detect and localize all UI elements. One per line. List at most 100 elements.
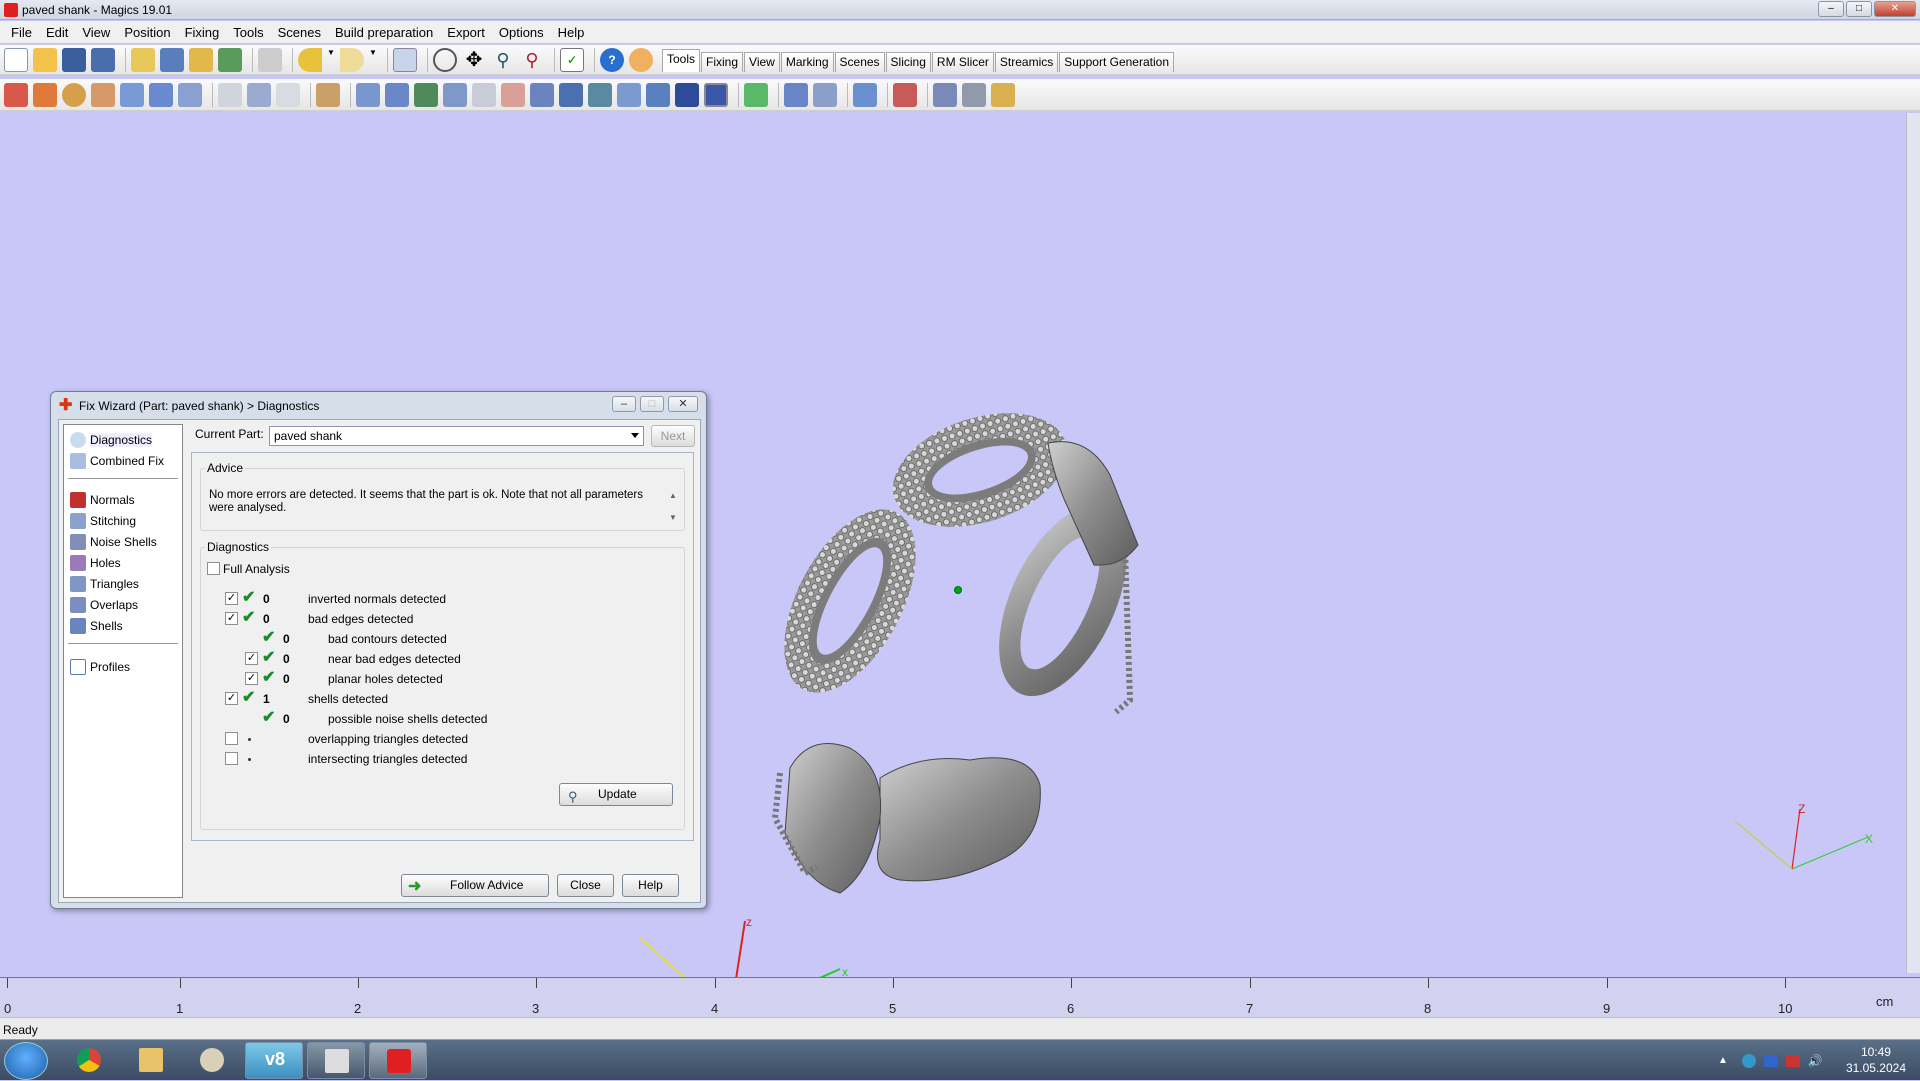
import-part-icon[interactable] xyxy=(131,47,155,72)
texture-icon[interactable] xyxy=(962,82,986,107)
help-icon[interactable]: ? xyxy=(600,47,624,72)
tab-tools[interactable]: Tools xyxy=(662,48,701,72)
help-button[interactable]: Help xyxy=(622,874,679,897)
bridge-icon[interactable] xyxy=(646,82,670,107)
shell-icon[interactable] xyxy=(501,82,525,107)
triangle-reduction-icon[interactable] xyxy=(472,82,496,107)
nav-overlaps[interactable]: Overlaps xyxy=(70,596,138,614)
zoom-window-icon[interactable]: ⚲ xyxy=(520,48,544,72)
wrap-icon[interactable] xyxy=(414,82,438,107)
menu-edit[interactable]: Edit xyxy=(39,25,75,40)
overlapping-triangles-checkbox[interactable] xyxy=(225,732,238,745)
ring-part-3d-model[interactable] xyxy=(757,393,1153,894)
viewport-side-panel-toggle[interactable] xyxy=(1906,113,1920,973)
translate-icon[interactable] xyxy=(4,82,28,107)
follow-advice-button[interactable]: ➜ Follow Advice xyxy=(401,874,549,897)
unload-part-icon[interactable] xyxy=(218,47,242,72)
clock[interactable]: 10:49 31.05.2024 xyxy=(1846,1044,1906,1076)
tab-marking[interactable]: Marking xyxy=(780,51,834,72)
tab-support-generation[interactable]: Support Generation xyxy=(1059,51,1175,72)
translate-to-default-icon[interactable] xyxy=(33,82,57,107)
boolean-icon[interactable] xyxy=(218,82,242,107)
menu-options[interactable]: Options xyxy=(492,25,551,40)
rotate-view-icon[interactable] xyxy=(433,47,457,72)
next-button[interactable]: Next xyxy=(651,425,695,447)
advice-scrollbar[interactable]: ▲ ▼ xyxy=(666,485,680,529)
nav-noise-shells[interactable]: Noise Shells xyxy=(70,533,157,551)
taskbar-v8[interactable]: v8 xyxy=(245,1042,303,1079)
measure-angle-icon[interactable] xyxy=(813,82,837,107)
cut-punch-icon[interactable] xyxy=(316,82,340,107)
shells-checkbox[interactable]: ✓ xyxy=(225,692,238,705)
undo-dropdown-icon[interactable]: ▼ xyxy=(327,48,335,72)
rescale-icon[interactable] xyxy=(120,82,144,107)
measure-icon[interactable] xyxy=(784,82,808,107)
box-icon[interactable] xyxy=(530,82,554,107)
menu-fixing[interactable]: Fixing xyxy=(178,25,227,40)
dialog-maximize-button[interactable]: □ xyxy=(640,396,664,412)
duplicate-icon[interactable] xyxy=(178,82,202,107)
label-icon[interactable] xyxy=(385,82,409,107)
taskbar-chrome[interactable] xyxy=(60,1042,118,1079)
dialog-minimize-button[interactable]: – xyxy=(612,396,636,412)
surface-icon[interactable] xyxy=(617,82,641,107)
section-icon[interactable] xyxy=(853,82,877,107)
offset-icon[interactable] xyxy=(276,82,300,107)
base-plate-icon[interactable] xyxy=(704,82,728,107)
planar-holes-checkbox[interactable]: ✓ xyxy=(245,672,258,685)
nav-diagnostics[interactable]: Diagnostics xyxy=(70,431,153,449)
near-bad-edges-checkbox[interactable]: ✓ xyxy=(245,652,258,665)
redo-icon[interactable] xyxy=(340,47,364,72)
nav-stitching[interactable]: Stitching xyxy=(70,512,136,530)
nav-profiles[interactable]: Profiles xyxy=(70,658,130,676)
close-button[interactable]: Close xyxy=(557,874,614,897)
print-icon[interactable] xyxy=(258,47,282,72)
minimize-button[interactable]: – xyxy=(1818,1,1844,17)
scripting-icon[interactable] xyxy=(991,82,1015,107)
menu-help[interactable]: Help xyxy=(551,25,592,40)
menu-tools[interactable]: Tools xyxy=(226,25,270,40)
cylinder-icon[interactable] xyxy=(559,82,583,107)
taskbar-paint[interactable] xyxy=(183,1042,241,1079)
taskbar-app[interactable] xyxy=(307,1042,365,1079)
dialog-close-button[interactable]: ✕ xyxy=(668,396,698,412)
tab-rm-slicer[interactable]: RM Slicer xyxy=(931,51,994,72)
select-icon[interactable] xyxy=(393,47,417,72)
taskbar-explorer[interactable] xyxy=(122,1042,180,1079)
perforator-icon[interactable] xyxy=(675,82,699,107)
menu-export[interactable]: Export xyxy=(440,25,492,40)
pan-icon[interactable]: ✥ xyxy=(462,48,486,72)
smooth-icon[interactable] xyxy=(443,82,467,107)
network-icon[interactable] xyxy=(1741,1053,1756,1068)
open-folder-icon[interactable] xyxy=(33,47,57,72)
update-button[interactable]: ⚲ Update xyxy=(559,783,673,806)
rotate-interactive-icon[interactable] xyxy=(91,82,115,107)
cone-icon[interactable] xyxy=(588,82,612,107)
tab-view[interactable]: View xyxy=(744,51,780,72)
undo-icon[interactable] xyxy=(298,47,322,72)
tab-scenes[interactable]: Scenes xyxy=(834,51,885,72)
nav-shells[interactable]: Shells xyxy=(70,617,123,635)
tray-expand-icon[interactable]: ▲ xyxy=(1718,1055,1728,1066)
redo-dropdown-icon[interactable]: ▼ xyxy=(369,48,377,72)
inverted-normals-checkbox[interactable]: ✓ xyxy=(225,592,238,605)
save-part-icon[interactable] xyxy=(160,47,184,72)
checklist-icon[interactable]: ✓ xyxy=(560,47,584,72)
start-button[interactable] xyxy=(4,1042,48,1080)
maximize-button[interactable]: □ xyxy=(1846,1,1872,17)
full-analysis-checkbox[interactable] xyxy=(207,562,220,575)
current-part-select[interactable]: paved shank xyxy=(269,426,644,446)
align-icon[interactable] xyxy=(744,82,768,107)
flag-icon[interactable] xyxy=(1785,1054,1800,1067)
nav-combined-fix[interactable]: Combined Fix xyxy=(70,452,164,470)
tab-streamics[interactable]: Streamics xyxy=(994,51,1059,72)
zoom-icon[interactable]: ⚲ xyxy=(491,48,515,72)
context-help-icon[interactable] xyxy=(629,47,653,72)
language-icon[interactable] xyxy=(1763,1054,1778,1067)
bad-edges-checkbox[interactable]: ✓ xyxy=(225,612,238,625)
menu-file[interactable]: File xyxy=(4,25,39,40)
taskbar-magics[interactable] xyxy=(369,1042,427,1079)
render-icon[interactable] xyxy=(893,82,917,107)
new-file-icon[interactable] xyxy=(4,47,28,72)
rotate-icon[interactable] xyxy=(62,82,86,107)
